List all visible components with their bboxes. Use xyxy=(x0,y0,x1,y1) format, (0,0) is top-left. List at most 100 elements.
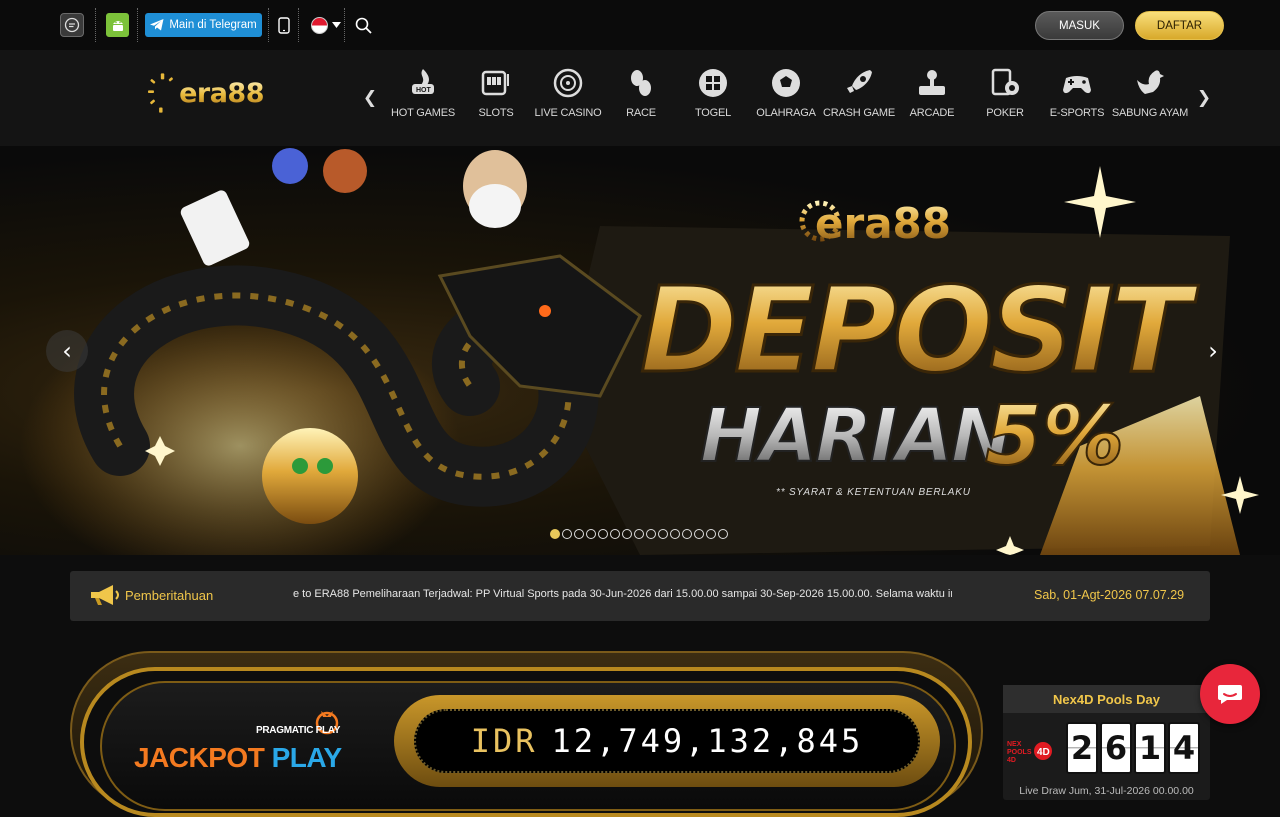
android-icon[interactable] xyxy=(106,13,129,37)
banner-next-arrow[interactable]: › xyxy=(1192,330,1234,372)
nav-item-label: HOT GAMES xyxy=(390,107,455,119)
togel-icon xyxy=(696,66,730,100)
jackpot-display: IDR 12,749,132,845 xyxy=(414,709,920,773)
live-casino-icon xyxy=(551,66,585,100)
nav-item-hot-games[interactable]: HOT HOT GAMES xyxy=(385,66,461,122)
hot-games-icon: HOT xyxy=(406,66,440,100)
livechat-icon[interactable] xyxy=(60,13,84,37)
divider xyxy=(344,8,345,42)
race-icon xyxy=(624,66,658,100)
slide-dot[interactable] xyxy=(598,529,608,539)
nav-prev-arrow[interactable]: ❮ xyxy=(363,88,377,108)
nav-item-label: LIVE CASINO xyxy=(534,107,602,119)
site-logo[interactable]: era88 xyxy=(148,66,264,120)
slide-dot[interactable] xyxy=(682,529,692,539)
jackpot-currency: IDR xyxy=(470,722,538,760)
nav-item-slots[interactable]: SLOTS xyxy=(458,66,534,122)
divider xyxy=(268,8,269,42)
banner-brand: era88 xyxy=(815,199,951,248)
slide-dot[interactable] xyxy=(694,529,704,539)
pools-draw-date: Live Draw Jum, 31-Jul-2026 00.00.00 xyxy=(1019,785,1194,797)
nav-item-label: E-SPORTS xyxy=(1049,107,1105,119)
nav-item-live-casino[interactable]: LIVE CASINO xyxy=(530,66,606,122)
divider xyxy=(298,8,299,42)
banner-subheadline: HARIAN xyxy=(700,393,1012,479)
login-button[interactable]: MASUK xyxy=(1035,11,1124,40)
nav-item-e-sports[interactable]: E-SPORTS xyxy=(1039,66,1115,122)
arcade-icon xyxy=(915,66,949,100)
banner-headline: DEPOSIT xyxy=(640,261,1199,399)
logo-text: era88 xyxy=(179,77,264,109)
nav-item-arcade[interactable]: ARCADE xyxy=(894,66,970,122)
indonesia-flag-icon xyxy=(311,16,328,34)
jackpot-title-part2: PLAY xyxy=(271,742,343,773)
nav-item-label: CRASH GAME xyxy=(823,107,895,119)
nav-item-poker[interactable]: POKER xyxy=(967,66,1043,122)
nav-item-label: SLOTS xyxy=(478,107,514,119)
megaphone-icon xyxy=(91,585,119,605)
announcement-text: e to ERA88 Pemeliharaan Terjadwal: PP Vi… xyxy=(293,588,952,600)
slide-dot[interactable] xyxy=(586,529,596,539)
nav-next-arrow[interactable]: ❯ xyxy=(1197,88,1211,108)
poker-icon xyxy=(988,66,1022,100)
slide-dot[interactable] xyxy=(574,529,584,539)
rooster-icon xyxy=(1133,66,1167,100)
jackpot-title-part1: JACKPOT xyxy=(134,742,265,773)
telegram-button[interactable]: Main di Telegram xyxy=(145,13,262,37)
nex4d-logo: 4D NEX POOLS 4D xyxy=(1007,739,1057,764)
slots-icon xyxy=(479,66,513,100)
telegram-icon xyxy=(150,19,164,31)
slide-dot[interactable] xyxy=(706,529,716,539)
search-icon[interactable] xyxy=(352,13,374,37)
slide-dot[interactable] xyxy=(646,529,656,539)
banner-disclaimer: ** SYARAT & KETENTUAN BERLAKU xyxy=(776,487,971,498)
slide-dot[interactable] xyxy=(634,529,644,539)
svg-text:HOT: HOT xyxy=(416,87,432,94)
slide-dot[interactable] xyxy=(658,529,668,539)
language-selector[interactable] xyxy=(306,13,346,37)
slide-dot[interactable] xyxy=(562,529,572,539)
nav-item-label: OLAHRAGA xyxy=(756,107,816,119)
slide-dot[interactable] xyxy=(622,529,632,539)
announcement-title: Pemberitahuan xyxy=(125,588,214,603)
top-bar: Main di Telegram MASUK DAFTAR xyxy=(0,0,1280,50)
svg-text:4D: 4D xyxy=(1037,747,1050,758)
live-chat-button[interactable] xyxy=(1200,664,1260,724)
pools-digit: 6 xyxy=(1100,722,1132,774)
nav-item-togel[interactable]: TOGEL xyxy=(675,66,751,122)
divider xyxy=(137,8,138,42)
rocket-icon xyxy=(842,66,876,100)
nav-item-label: RACE xyxy=(626,107,656,119)
jackpot-amount: 12,749,132,845 xyxy=(551,722,864,760)
divider xyxy=(95,8,96,42)
gamepad-icon xyxy=(1060,66,1094,100)
pools-digit: 2 xyxy=(1066,722,1098,774)
nav-item-crash-game[interactable]: CRASH GAME xyxy=(821,66,897,122)
slide-dot[interactable] xyxy=(610,529,620,539)
slide-indicators xyxy=(550,529,728,539)
nav-item-olahraga[interactable]: OLAHRAGA xyxy=(748,66,824,122)
slide-dot[interactable] xyxy=(550,529,560,539)
banner-prev-arrow[interactable]: ‹ xyxy=(46,330,88,372)
nav-item-sabung-ayam[interactable]: SABUNG AYAM xyxy=(1112,66,1188,122)
chat-bubble-icon xyxy=(1218,685,1242,704)
soccer-ball-icon xyxy=(769,66,803,100)
jackpot-title: JACKPOT PLAY xyxy=(134,742,342,774)
sun-logo-icon xyxy=(148,73,173,113)
slide-dot[interactable] xyxy=(670,529,680,539)
slide-dot[interactable] xyxy=(718,529,728,539)
mobile-icon[interactable] xyxy=(277,13,291,37)
pools-digit: 1 xyxy=(1134,722,1166,774)
pools-digit: 4 xyxy=(1168,722,1200,774)
banner-artwork: era88 DEPOSIT HARIAN 5% xyxy=(20,148,1259,555)
jackpot-provider: PRAGMATIC PLAY xyxy=(256,725,341,736)
caret-down-icon xyxy=(332,22,341,28)
nav-item-race[interactable]: RACE xyxy=(603,66,679,122)
announcement-marquee: e to ERA88 Pemeliharaan Terjadwal: PP Vi… xyxy=(293,588,952,604)
pools-title: Nex4D Pools Day xyxy=(1003,685,1210,713)
promo-banner[interactable]: era88 DEPOSIT HARIAN 5% xyxy=(0,146,1280,555)
nav-item-label: TOGEL xyxy=(694,107,732,119)
register-button[interactable]: DAFTAR xyxy=(1135,11,1224,40)
pools-result: 2614 xyxy=(1066,722,1200,774)
banner-percent: 5% xyxy=(985,389,1124,484)
